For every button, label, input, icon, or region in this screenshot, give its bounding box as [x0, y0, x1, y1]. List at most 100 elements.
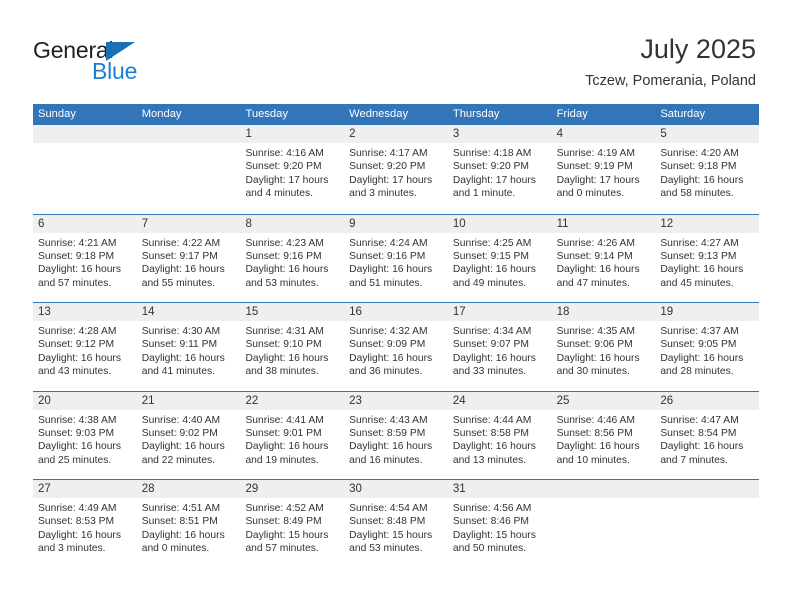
day-cell[interactable]: 27 Sunrise: 4:49 AM Sunset: 8:53 PM Dayl… [33, 480, 137, 568]
daylight-text: Daylight: 15 hours and 53 minutes. [349, 529, 433, 555]
day-info: Sunrise: 4:40 AM Sunset: 9:02 PM Dayligh… [142, 414, 241, 468]
day-info: Sunrise: 4:25 AM Sunset: 9:15 PM Dayligh… [453, 237, 552, 291]
day-cell[interactable]: 21 Sunrise: 4:40 AM Sunset: 9:02 PM Dayl… [137, 392, 241, 480]
day-cell[interactable]: 2 Sunrise: 4:17 AM Sunset: 9:20 PM Dayli… [344, 125, 448, 214]
day-number: 8 [245, 217, 252, 230]
day-cell[interactable]: 8 Sunrise: 4:23 AM Sunset: 9:16 PM Dayli… [240, 215, 344, 303]
sunset-text: Sunset: 8:48 PM [349, 516, 426, 528]
day-info: Sunrise: 4:54 AM Sunset: 8:48 PM Dayligh… [349, 502, 448, 556]
day-cell[interactable]: 12 Sunrise: 4:27 AM Sunset: 9:13 PM Dayl… [655, 215, 759, 303]
day-number: 15 [245, 306, 259, 318]
sunrise-text: Sunrise: 4:18 AM [452, 148, 532, 159]
day-cell[interactable]: 18 Sunrise: 4:35 AM Sunset: 9:06 PM Dayl… [552, 303, 656, 391]
day-cell[interactable]: 11 Sunrise: 4:26 AM Sunset: 9:14 PM Dayl… [552, 215, 656, 303]
general-blue-logo: General Blue [33, 38, 213, 86]
daylight-text: Daylight: 16 hours and 51 minutes. [349, 264, 433, 289]
day-cell[interactable] [655, 480, 759, 568]
logo-text-blue: Blue [92, 58, 138, 84]
day-info: Sunrise: 4:34 AM Sunset: 9:07 PM Dayligh… [453, 325, 552, 379]
sunrise-text: Sunrise: 4:17 AM [349, 148, 428, 159]
daylight-text: Daylight: 16 hours and 49 minutes. [452, 264, 536, 289]
sunset-text: Sunset: 9:20 PM [349, 161, 426, 173]
day-cell[interactable]: 29 Sunrise: 4:52 AM Sunset: 8:49 PM Dayl… [240, 480, 344, 568]
day-info: Sunrise: 4:35 AM Sunset: 9:06 PM Dayligh… [557, 325, 656, 379]
day-cell[interactable]: 30 Sunrise: 4:54 AM Sunset: 8:48 PM Dayl… [344, 480, 448, 568]
day-cell[interactable] [137, 125, 241, 214]
sunset-text: Sunset: 9:17 PM [141, 250, 218, 262]
day-info: Sunrise: 4:17 AM Sunset: 9:20 PM Dayligh… [349, 147, 448, 201]
day-info: Sunrise: 4:52 AM Sunset: 8:49 PM Dayligh… [245, 502, 344, 556]
sunrise-text: Sunrise: 4:30 AM [141, 326, 221, 337]
sunset-text: Sunset: 8:46 PM [452, 516, 530, 528]
day-info: Sunrise: 4:37 AM Sunset: 9:05 PM Dayligh… [660, 325, 759, 379]
sunset-text: Sunset: 9:10 PM [245, 339, 322, 351]
sunset-text: Sunset: 9:03 PM [38, 427, 115, 439]
day-info: Sunrise: 4:44 AM Sunset: 8:58 PM Dayligh… [453, 414, 552, 468]
sunrise-text: Sunrise: 4:32 AM [349, 326, 428, 337]
day-cell[interactable]: 9 Sunrise: 4:24 AM Sunset: 9:16 PM Dayli… [344, 215, 448, 303]
sunrise-text: Sunrise: 4:20 AM [660, 148, 739, 159]
day-cell[interactable] [552, 480, 656, 568]
day-cell[interactable]: 15 Sunrise: 4:31 AM Sunset: 9:10 PM Dayl… [240, 303, 344, 391]
daylight-text: Daylight: 17 hours and 4 minutes. [245, 174, 329, 200]
daylight-text: Daylight: 16 hours and 41 minutes. [141, 352, 225, 378]
day-info: Sunrise: 4:23 AM Sunset: 9:16 PM Dayligh… [245, 237, 344, 291]
day-cell[interactable]: 23 Sunrise: 4:43 AM Sunset: 8:59 PM Dayl… [344, 392, 448, 480]
sunset-text: Sunset: 9:12 PM [38, 339, 115, 351]
day-cell[interactable]: 5 Sunrise: 4:20 AM Sunset: 9:18 PM Dayli… [655, 125, 759, 214]
day-cell[interactable]: 19 Sunrise: 4:37 AM Sunset: 9:05 PM Dayl… [655, 303, 759, 391]
day-info: Sunrise: 4:51 AM Sunset: 8:51 PM Dayligh… [142, 502, 241, 556]
week-row: 1 Sunrise: 4:16 AM Sunset: 9:20 PM Dayli… [33, 125, 759, 214]
day-info: Sunrise: 4:27 AM Sunset: 9:13 PM Dayligh… [660, 237, 759, 291]
day-info: Sunrise: 4:30 AM Sunset: 9:11 PM Dayligh… [142, 325, 241, 379]
daylight-text: Daylight: 16 hours and 58 minutes. [660, 174, 744, 200]
sunrise-text: Sunrise: 4:52 AM [245, 503, 324, 514]
daylight-text: Daylight: 16 hours and 45 minutes. [660, 264, 744, 289]
daylight-text: Daylight: 16 hours and 25 minutes. [38, 441, 121, 466]
sunset-text: Sunset: 9:01 PM [245, 427, 322, 439]
daylight-text: Daylight: 16 hours and 10 minutes. [556, 441, 640, 466]
day-cell[interactable]: 17 Sunrise: 4:34 AM Sunset: 9:07 PM Dayl… [448, 303, 552, 391]
day-cell[interactable]: 3 Sunrise: 4:18 AM Sunset: 9:20 PM Dayli… [448, 125, 552, 214]
day-cell[interactable]: 24 Sunrise: 4:44 AM Sunset: 8:58 PM Dayl… [448, 392, 552, 480]
day-number: 24 [452, 394, 466, 407]
sunset-text: Sunset: 9:20 PM [245, 161, 322, 173]
day-info: Sunrise: 4:47 AM Sunset: 8:54 PM Dayligh… [660, 414, 759, 468]
day-cell[interactable]: 7 Sunrise: 4:22 AM Sunset: 9:17 PM Dayli… [137, 215, 241, 303]
day-cell[interactable]: 26 Sunrise: 4:47 AM Sunset: 8:54 PM Dayl… [655, 392, 759, 480]
day-cell[interactable]: 31 Sunrise: 4:56 AM Sunset: 8:46 PM Dayl… [448, 480, 552, 568]
day-number [660, 480, 759, 498]
daylight-text: Daylight: 17 hours and 1 minute. [452, 174, 536, 200]
day-cell[interactable]: 1 Sunrise: 4:16 AM Sunset: 9:20 PM Dayli… [240, 125, 344, 214]
day-cell[interactable]: 14 Sunrise: 4:30 AM Sunset: 9:11 PM Dayl… [137, 303, 241, 391]
day-number [38, 125, 137, 143]
title-block: July 2025 Tczew, Pomerania, Poland [585, 33, 756, 90]
weekday-header-monday: Monday [141, 108, 182, 120]
day-cell[interactable]: 4 Sunrise: 4:19 AM Sunset: 9:19 PM Dayli… [552, 125, 656, 214]
weekday-header-thursday: Thursday [452, 108, 500, 120]
day-cell[interactable]: 6 Sunrise: 4:21 AM Sunset: 9:18 PM Dayli… [33, 215, 137, 303]
day-cell[interactable]: 25 Sunrise: 4:46 AM Sunset: 8:56 PM Dayl… [552, 392, 656, 480]
day-cell[interactable]: 13 Sunrise: 4:28 AM Sunset: 9:12 PM Dayl… [33, 303, 137, 391]
day-number: 26 [660, 394, 674, 407]
sunrise-text: Sunrise: 4:24 AM [349, 237, 428, 249]
day-cell[interactable] [33, 125, 137, 214]
week-row: 20 Sunrise: 4:38 AM Sunset: 9:03 PM Dayl… [33, 390, 759, 480]
daylight-text: Daylight: 17 hours and 3 minutes. [349, 174, 433, 200]
day-cell[interactable]: 22 Sunrise: 4:41 AM Sunset: 9:01 PM Dayl… [240, 392, 344, 480]
day-info: Sunrise: 4:24 AM Sunset: 9:16 PM Dayligh… [349, 237, 448, 291]
sunset-text: Sunset: 9:13 PM [660, 250, 737, 262]
day-number: 25 [556, 394, 570, 407]
day-cell[interactable]: 20 Sunrise: 4:38 AM Sunset: 9:03 PM Dayl… [33, 392, 137, 480]
day-cell[interactable]: 28 Sunrise: 4:51 AM Sunset: 8:51 PM Dayl… [137, 480, 241, 568]
page-header: General Blue July 2025 Tczew, Pomerania,… [0, 0, 792, 100]
week-row: 6 Sunrise: 4:21 AM Sunset: 9:18 PM Dayli… [33, 213, 759, 303]
day-cell[interactable]: 16 Sunrise: 4:32 AM Sunset: 9:09 PM Dayl… [344, 303, 448, 391]
day-number: 6 [38, 217, 45, 230]
day-number: 23 [349, 394, 362, 407]
daylight-text: Daylight: 17 hours and 0 minutes. [556, 174, 640, 200]
day-number: 4 [556, 128, 563, 140]
sunset-text: Sunset: 8:51 PM [141, 516, 218, 528]
sunrise-text: Sunrise: 4:19 AM [556, 148, 636, 159]
day-cell[interactable]: 10 Sunrise: 4:25 AM Sunset: 9:15 PM Dayl… [448, 215, 552, 303]
